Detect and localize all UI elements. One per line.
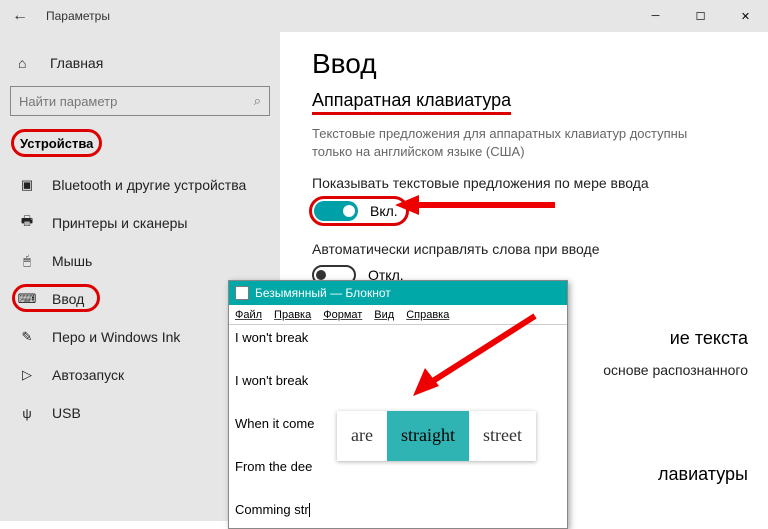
- page-title: Ввод: [312, 48, 748, 80]
- notepad-titlebar[interactable]: Безымянный — Блокнот: [229, 281, 567, 305]
- text-line: [235, 477, 561, 498]
- notepad-textarea[interactable]: I won't break I won't break When it come…: [229, 325, 567, 528]
- notepad-window[interactable]: Безымянный — Блокнот Файл Правка Формат Вид…: [228, 280, 568, 529]
- option1-label: Показывать текстовые предложения по мере…: [312, 175, 748, 191]
- menu-item[interactable]: Формат: [323, 309, 362, 321]
- text-line: I won't break: [235, 370, 561, 391]
- option2-label: Автоматически исправлять слова при вводе: [312, 241, 748, 257]
- home-label: Главная: [50, 55, 103, 71]
- suggestion-item[interactable]: street: [469, 411, 536, 461]
- notepad-title: Безымянный — Блокнот: [255, 286, 391, 300]
- highlight-ring: [12, 284, 100, 312]
- option1-state: Вкл.: [370, 203, 398, 219]
- text-line: [235, 391, 561, 412]
- auto-icon: ▷: [18, 367, 36, 383]
- notepad-menu[interactable]: Файл Правка Формат Вид Справка: [229, 305, 567, 325]
- bt-icon: ▣: [18, 177, 36, 193]
- mouse-icon: 🖱: [18, 253, 36, 269]
- option1-toggle[interactable]: [314, 201, 358, 221]
- partial-heading-1: ие текста: [670, 328, 748, 349]
- menu-item[interactable]: Файл: [235, 309, 262, 321]
- suggestion-popup[interactable]: arestraightstreet: [337, 411, 536, 461]
- text-line: [235, 348, 561, 369]
- pen-icon: ✎: [18, 329, 36, 345]
- search-input[interactable]: Найти параметр ⌕: [10, 86, 270, 116]
- text-line: I won't break: [235, 327, 561, 348]
- partial-heading-2: лавиатуры: [658, 464, 748, 485]
- sidebar-item-label: USB: [52, 405, 81, 421]
- sidebar-item-mouse[interactable]: 🖱 Мышь: [10, 242, 270, 280]
- search-placeholder: Найти параметр: [19, 94, 117, 109]
- home-icon: ⌂: [18, 55, 34, 71]
- window-title: Параметры: [46, 9, 110, 23]
- suggestion-item[interactable]: straight: [387, 411, 469, 461]
- partial-text: основе распознанного: [603, 362, 748, 378]
- sidebar-item-bt[interactable]: ▣ Bluetooth и другие устройства: [10, 166, 270, 204]
- text-line: Comming str: [235, 499, 561, 520]
- sidebar-item-label: Автозапуск: [52, 367, 124, 383]
- suggestion-item[interactable]: are: [337, 411, 387, 461]
- search-icon: ⌕: [254, 93, 261, 109]
- sidebar-item-label: Принтеры и сканеры: [52, 215, 187, 231]
- sidebar-category: Устройства: [14, 132, 99, 154]
- menu-item[interactable]: Справка: [406, 309, 449, 321]
- back-icon[interactable]: ←: [12, 7, 32, 25]
- menu-item[interactable]: Вид: [374, 309, 394, 321]
- maximize-button[interactable]: ☐: [678, 0, 723, 32]
- sidebar-item-label: Перо и Windows Ink: [52, 329, 180, 345]
- notepad-icon: [235, 286, 249, 300]
- menu-item[interactable]: Правка: [274, 309, 311, 321]
- home-link[interactable]: ⌂ Главная: [10, 46, 270, 80]
- close-button[interactable]: ✕: [723, 0, 768, 32]
- section-heading: Аппаратная клавиатура: [312, 90, 511, 115]
- minimize-button[interactable]: ─: [633, 0, 678, 32]
- sidebar-item-label: Bluetooth и другие устройства: [52, 177, 246, 193]
- sidebar-item-prn[interactable]: 🖶 Принтеры и сканеры: [10, 204, 270, 242]
- section-description: Текстовые предложения для аппаратных кла…: [312, 125, 712, 161]
- usb-icon: ψ: [18, 406, 36, 421]
- sidebar-item-label: Мышь: [52, 253, 92, 269]
- prn-icon: 🖶: [18, 212, 36, 234]
